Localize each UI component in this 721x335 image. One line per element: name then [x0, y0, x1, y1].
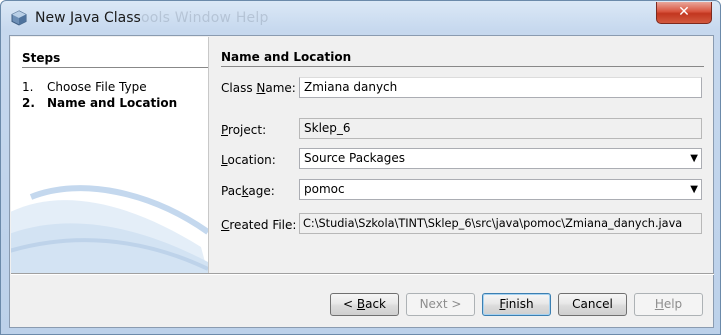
- dropdown-arrow-icon[interactable]: ▼: [690, 180, 698, 199]
- back-button[interactable]: < Back: [330, 293, 399, 316]
- step-number: 1.: [22, 80, 34, 94]
- project-label: Project:: [221, 123, 267, 137]
- steps-panel: Steps 1. Choose File Type 2. Name and Loca…: [11, 37, 208, 273]
- location-dropdown[interactable]: Source Packages ▼: [299, 148, 702, 169]
- class-name-label: Class Name:: [221, 81, 296, 95]
- help-button[interactable]: Help: [634, 293, 703, 316]
- location-label: Location:: [221, 153, 276, 167]
- section-heading: Name and Location: [221, 50, 352, 64]
- created-file-field: C:\Studia\Szkola\TINT\Sklep_6\src\java\p…: [299, 213, 702, 234]
- location-selected-value: Source Packages: [304, 151, 406, 165]
- window-title: New Java Class: [35, 10, 141, 26]
- step-choose-file-type: 1. Choose File Type: [22, 80, 147, 94]
- netbeans-swoosh-graphic: [11, 185, 208, 273]
- cancel-button[interactable]: Cancel: [558, 293, 627, 316]
- step-label: Name and Location: [47, 96, 178, 110]
- close-button[interactable]: ✕: [656, 2, 712, 24]
- finish-button[interactable]: Finish: [482, 293, 551, 316]
- title-bar[interactable]: New Java Class ools Window Help ✕: [1, 1, 721, 35]
- package-combobox[interactable]: pomoc ▼: [299, 179, 702, 200]
- step-number: 2.: [22, 96, 35, 110]
- background-menu-text: ools Window Help: [141, 10, 269, 26]
- created-file-label: Created File:: [221, 218, 297, 232]
- close-icon: ✕: [678, 4, 690, 20]
- package-label: Package:: [221, 184, 275, 198]
- step-name-and-location: 2. Name and Location: [22, 96, 177, 110]
- dialog-window: New Java Class ools Window Help ✕ Steps …: [0, 0, 721, 335]
- step-label: Choose File Type: [47, 80, 147, 94]
- steps-heading: Steps: [22, 51, 61, 65]
- panel-separator: [208, 37, 209, 273]
- class-name-input[interactable]: Zmiana danych: [299, 77, 702, 98]
- dialog-client-area: Steps 1. Choose File Type 2. Name and Loca…: [9, 35, 714, 328]
- project-field: Sklep_6: [299, 118, 702, 139]
- java-class-icon: [11, 10, 27, 26]
- dropdown-arrow-icon[interactable]: ▼: [690, 149, 698, 168]
- button-bar-separator-highlight: [11, 274, 714, 275]
- package-value: pomoc: [304, 182, 345, 196]
- next-button[interactable]: Next >: [406, 293, 475, 316]
- steps-divider: [22, 67, 208, 68]
- section-divider: [221, 66, 704, 67]
